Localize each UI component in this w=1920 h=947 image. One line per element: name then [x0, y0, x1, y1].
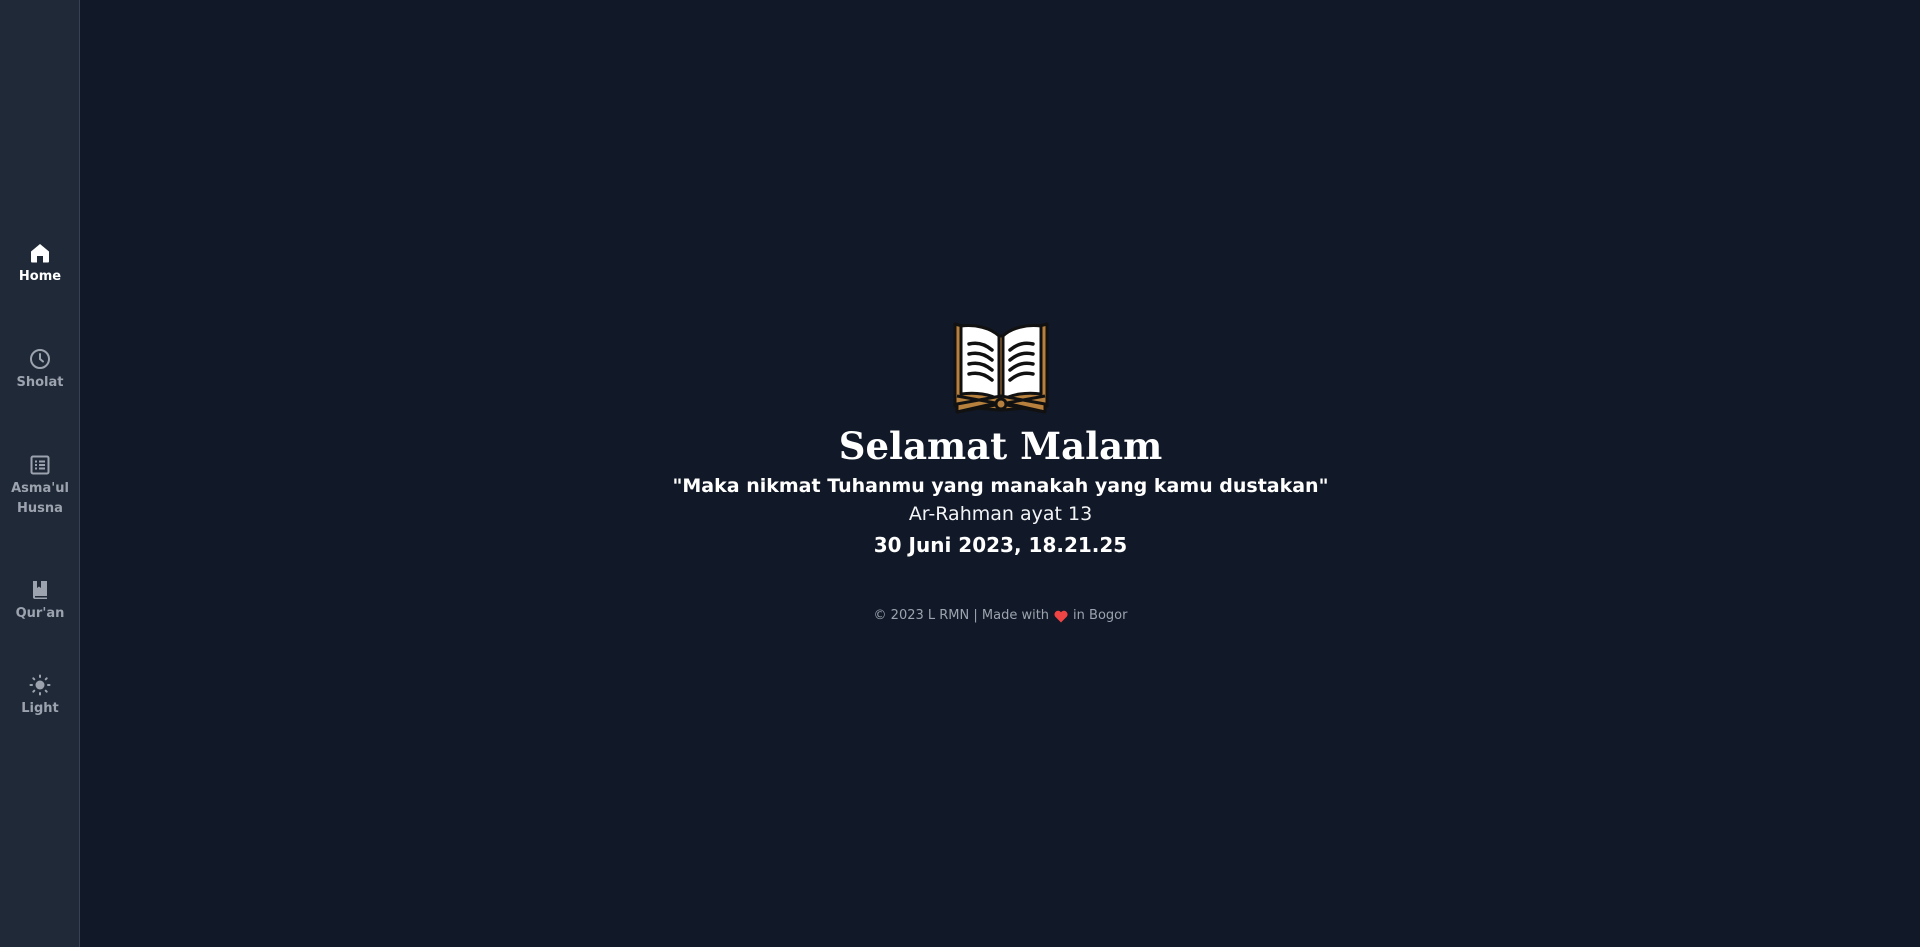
list-icon — [30, 455, 50, 475]
sun-icon — [29, 674, 51, 696]
hero: Selamat Malam "Maka nikmat Tuhanmu yang … — [81, 322, 1920, 626]
footer-copyright: © 2023 L RMN | Made with — [873, 608, 1050, 623]
home-icon — [31, 244, 49, 263]
verse-source: Ar-Rahman ayat 13 — [908, 503, 1093, 525]
sidebar-item-label: Home — [18, 269, 62, 284]
sidebar-item-label: Asma'ul Husna — [11, 481, 69, 516]
sidebar-item-label: Qur'an — [15, 606, 65, 621]
main-content: Selamat Malam "Maka nikmat Tuhanmu yang … — [81, 0, 1920, 947]
sidebar-item-light-toggle[interactable]: Light — [0, 673, 80, 719]
verse-quote: "Maka nikmat Tuhanmu yang manakah yang k… — [672, 475, 1329, 497]
footer: © 2023 L RMN | Made with in Bogor — [874, 606, 1128, 626]
greeting-heading: Selamat Malam — [838, 424, 1163, 468]
sidebar: Home Sholat Asma'ul Husna Qur'an Light — [0, 0, 80, 947]
sidebar-item-sholat[interactable]: Sholat — [0, 347, 80, 393]
sidebar-item-label: Sholat — [16, 375, 64, 390]
sidebar-item-home[interactable]: Home — [0, 241, 80, 287]
sidebar-item-quran[interactable]: Qur'an — [0, 578, 80, 624]
heart-icon — [1054, 610, 1068, 622]
current-datetime: 30 Juni 2023, 18.21.25 — [873, 533, 1128, 557]
footer-location: in Bogor — [1073, 608, 1128, 623]
quran-book-icon — [953, 322, 1048, 414]
book-icon — [33, 581, 47, 599]
sidebar-item-label: Light — [21, 701, 59, 716]
sidebar-item-asmaul-husna[interactable]: Asma'ul Husna — [0, 453, 80, 519]
clock-icon — [30, 349, 50, 369]
